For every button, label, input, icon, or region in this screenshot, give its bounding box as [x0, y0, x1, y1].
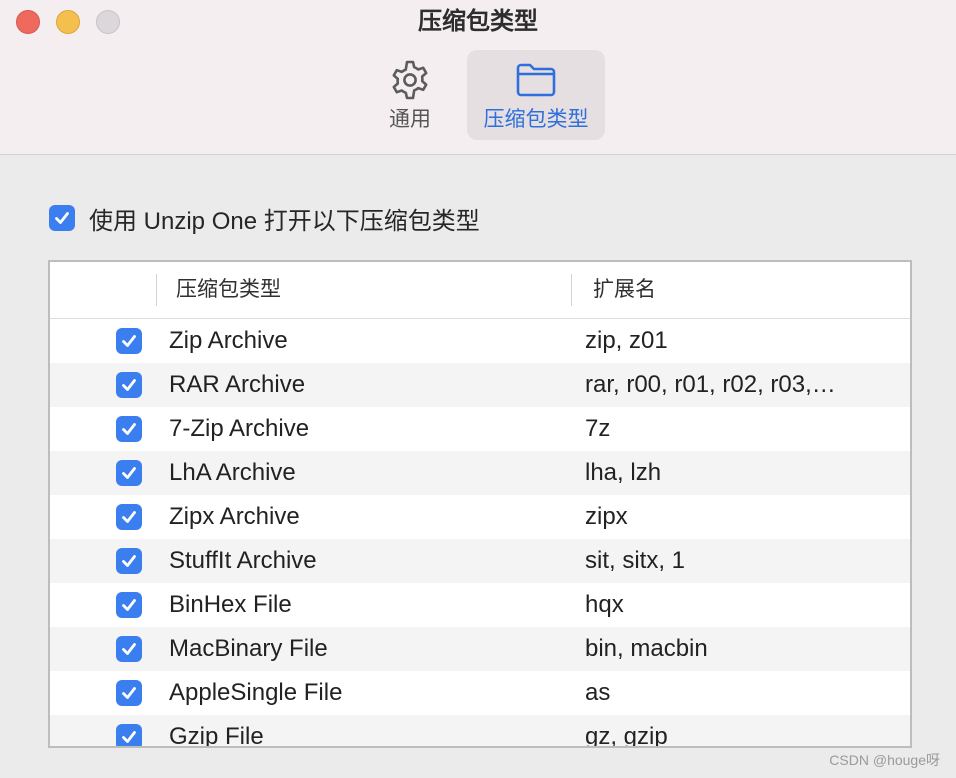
cell-extensions: hqx [585, 591, 624, 618]
cell-type-name: RAR Archive [169, 371, 306, 398]
checkmark-icon [122, 467, 136, 479]
column-header-ext[interactable]: 扩展名 [593, 262, 656, 318]
tab-general-label: 通用 [389, 108, 431, 131]
table-row[interactable]: LhA Archive lha, lzh [50, 451, 910, 495]
checkmark-icon [122, 599, 136, 611]
row-checkbox[interactable] [116, 372, 142, 398]
table-row[interactable]: StuffIt Archive sit, sitx, 1 [50, 539, 910, 583]
checkmark-icon [122, 423, 136, 435]
gear-icon [392, 60, 428, 100]
cell-extensions: zip, z01 [585, 327, 668, 354]
table-row[interactable]: 7-Zip Archive 7z [50, 407, 910, 451]
table-row[interactable]: RAR Archive rar, r00, r01, r02, r03,… [50, 363, 910, 407]
cell-extensions: rar, r00, r01, r02, r03,… [585, 371, 836, 398]
row-checkbox[interactable] [116, 592, 142, 618]
checkmark-icon [122, 379, 136, 391]
row-checkbox[interactable] [116, 636, 142, 662]
row-checkbox[interactable] [116, 416, 142, 442]
tab-archive-types[interactable]: 压缩包类型 [467, 50, 605, 140]
column-separator[interactable] [156, 274, 157, 306]
checkmark-icon [122, 555, 136, 567]
table-row[interactable]: AppleSingle File as [50, 671, 910, 715]
window-title: 压缩包类型 [418, 8, 538, 35]
row-checkbox[interactable] [116, 460, 142, 486]
checkmark-icon [122, 731, 136, 743]
enable-option: 使用 Unzip One 打开以下压缩包类型 [49, 203, 480, 235]
cell-extensions: gz, gzip [585, 723, 668, 748]
row-checkbox[interactable] [116, 548, 142, 574]
checkmark-icon [55, 212, 69, 224]
cell-type-name: Zipx Archive [169, 503, 300, 530]
cell-type-name: 7-Zip Archive [169, 415, 310, 442]
row-checkbox[interactable] [116, 724, 142, 746]
cell-extensions: lha, lzh [585, 459, 662, 486]
checkmark-icon [122, 643, 136, 655]
table-row[interactable]: Zip Archive zip, z01 [50, 319, 910, 363]
enable-label: 使用 Unzip One 打开以下压缩包类型 [89, 207, 480, 235]
toolbar: 压缩包类型 通用 压缩包类型 [0, 0, 956, 155]
cell-extensions: 7z [585, 415, 611, 442]
table-row[interactable]: MacBinary File bin, macbin [50, 627, 910, 671]
tab-archive-types-label: 压缩包类型 [483, 108, 589, 131]
cell-extensions: sit, sitx, 1 [585, 547, 686, 574]
cell-type-name: BinHex File [169, 591, 292, 618]
cell-extensions: as [585, 679, 611, 706]
row-checkbox[interactable] [116, 680, 142, 706]
table-body: Zip Archive zip, z01 RAR Archive rar, r00, … [50, 319, 910, 748]
checkmark-icon [122, 511, 136, 523]
folder-icon [516, 63, 556, 97]
cell-type-name: MacBinary File [169, 635, 328, 662]
row-checkbox[interactable] [116, 328, 142, 354]
cell-extensions: bin, macbin [585, 635, 708, 662]
archive-types-table: 压缩包类型 扩展名 Zip Archive zip, z01 RAR Archive… [48, 260, 912, 748]
cell-type-name: LhA Archive [169, 459, 296, 486]
cell-extensions: zipx [585, 503, 628, 530]
row-checkbox[interactable] [116, 504, 142, 530]
cell-type-name: AppleSingle File [169, 679, 343, 706]
checkmark-icon [122, 335, 136, 347]
table-row[interactable]: BinHex File hqx [50, 583, 910, 627]
tab-general[interactable]: 通用 [368, 50, 452, 140]
checkmark-icon [122, 687, 136, 699]
cell-type-name: Gzip File [169, 723, 264, 748]
column-header-type[interactable]: 压缩包类型 [176, 262, 281, 318]
cell-type-name: StuffIt Archive [169, 547, 317, 574]
cell-type-name: Zip Archive [169, 327, 288, 354]
preferences-window: 压缩包类型 通用 压缩包类型 使用 Unzip One 打开以下压缩包类型 压缩… [0, 0, 956, 778]
watermark: CSDN @houge呀 [829, 752, 940, 768]
table-row[interactable]: Gzip File gz, gzip [50, 715, 910, 748]
table-header: 压缩包类型 扩展名 [50, 262, 910, 319]
table-row[interactable]: Zipx Archive zipx [50, 495, 910, 539]
column-separator[interactable] [571, 274, 572, 306]
enable-checkbox[interactable] [49, 205, 75, 231]
